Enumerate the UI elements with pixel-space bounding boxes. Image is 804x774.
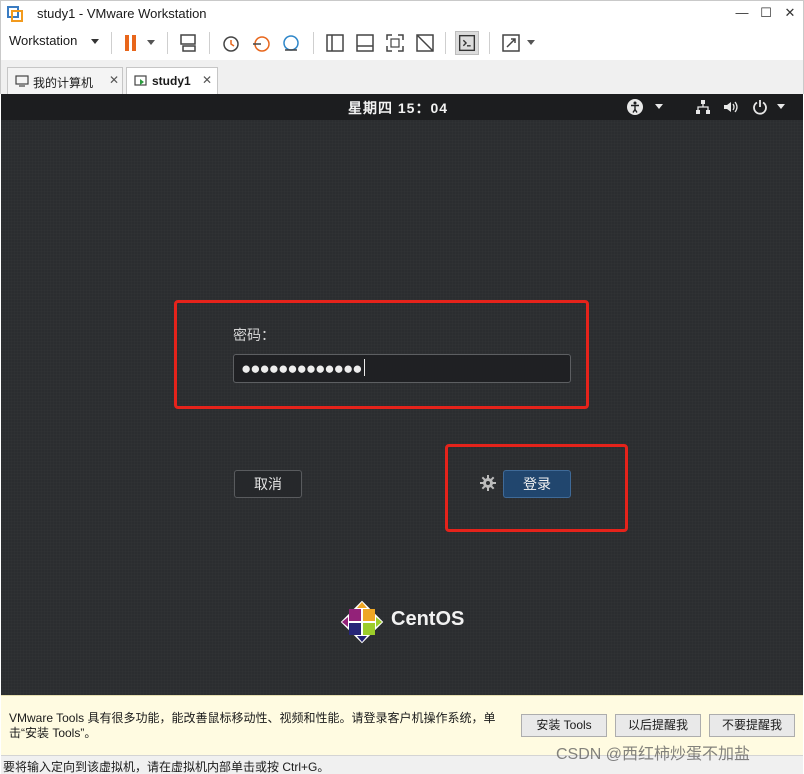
close-icon[interactable]: ✕ xyxy=(109,73,119,87)
close-icon[interactable]: ✕ xyxy=(202,73,212,87)
show-library-icon[interactable] xyxy=(323,31,347,55)
pause-icon[interactable] xyxy=(119,31,143,55)
send-ctrl-alt-del-icon[interactable] xyxy=(177,31,201,55)
snapshot-icon[interactable] xyxy=(219,31,243,55)
title-bar: study1 - VMware Workstation — ☐ ✕ xyxy=(0,0,804,26)
notification-text: VMware Tools 具有很多功能，能改善鼠标移动性、视频和性能。请登录客户… xyxy=(9,711,496,740)
unity-icon[interactable] xyxy=(413,31,437,55)
status-text: 要将输入定向到该虚拟机，请在虚拟机内部单击或按 Ctrl+G。 xyxy=(3,760,330,774)
chevron-down-icon[interactable] xyxy=(527,40,535,45)
full-screen-icon[interactable] xyxy=(383,31,407,55)
minimize-button[interactable]: — xyxy=(729,3,755,23)
centos-logo-icon xyxy=(340,600,384,644)
volume-icon[interactable] xyxy=(721,98,739,116)
login-button[interactable]: 登录 xyxy=(503,470,571,498)
vm-running-icon xyxy=(134,75,147,86)
revert-snapshot-icon[interactable] xyxy=(249,31,273,55)
window-title: study1 - VMware Workstation xyxy=(37,6,207,21)
power-icon[interactable] xyxy=(751,98,769,116)
tab-bar: 我的计算机 ✕ study1 ✕ xyxy=(0,60,804,94)
maximize-button[interactable]: ☐ xyxy=(753,3,779,23)
remind-later-button[interactable]: 以后提醒我 xyxy=(615,714,701,737)
toolbar-divider xyxy=(111,32,112,54)
toolbar: Workstation xyxy=(0,26,804,60)
gnome-top-bar: 星期四 15：04 xyxy=(1,94,803,120)
tab-label: 我的计算机 xyxy=(33,76,94,90)
computer-icon xyxy=(15,75,29,87)
toolbar-divider xyxy=(445,32,446,54)
console-view-icon[interactable] xyxy=(455,31,479,55)
chevron-down-icon[interactable] xyxy=(91,39,99,44)
never-remind-button[interactable]: 不要提醒我 xyxy=(709,714,795,737)
thumbnail-bar-icon[interactable] xyxy=(353,31,377,55)
workstation-menu[interactable]: Workstation xyxy=(9,33,77,48)
stretch-guest-icon[interactable] xyxy=(499,31,523,55)
tab-my-computer[interactable]: 我的计算机 ✕ xyxy=(7,67,123,94)
network-wired-icon[interactable] xyxy=(694,98,712,116)
csdn-watermark: CSDN @西红柿炒蛋不加盐 xyxy=(556,746,751,763)
clock[interactable]: 星期四 15：04 xyxy=(348,98,448,118)
tab-label: study1 xyxy=(152,74,191,88)
chevron-down-icon[interactable] xyxy=(777,104,785,109)
accessibility-icon[interactable] xyxy=(626,98,644,116)
toolbar-divider xyxy=(489,32,490,54)
toolbar-divider xyxy=(167,32,168,54)
install-tools-button[interactable]: 安装 Tools xyxy=(521,714,607,737)
chevron-down-icon[interactable] xyxy=(655,104,663,109)
chevron-down-icon[interactable] xyxy=(147,40,155,45)
snapshot-manager-icon[interactable] xyxy=(279,31,303,55)
vmware-app-icon xyxy=(7,6,23,22)
cancel-button[interactable]: 取消 xyxy=(234,470,302,498)
toolbar-divider xyxy=(313,32,314,54)
gear-icon[interactable] xyxy=(479,474,497,492)
centos-wordmark: CentOS xyxy=(391,608,465,630)
close-button[interactable]: ✕ xyxy=(777,3,803,23)
vm-console[interactable]: 星期四 15：04 密码： ●●●●●●●●●●●●● 取消 登录 CentOS xyxy=(1,94,803,695)
tab-study1[interactable]: study1 ✕ xyxy=(126,67,218,94)
highlight-box-password xyxy=(174,300,589,409)
toolbar-divider xyxy=(209,32,210,54)
